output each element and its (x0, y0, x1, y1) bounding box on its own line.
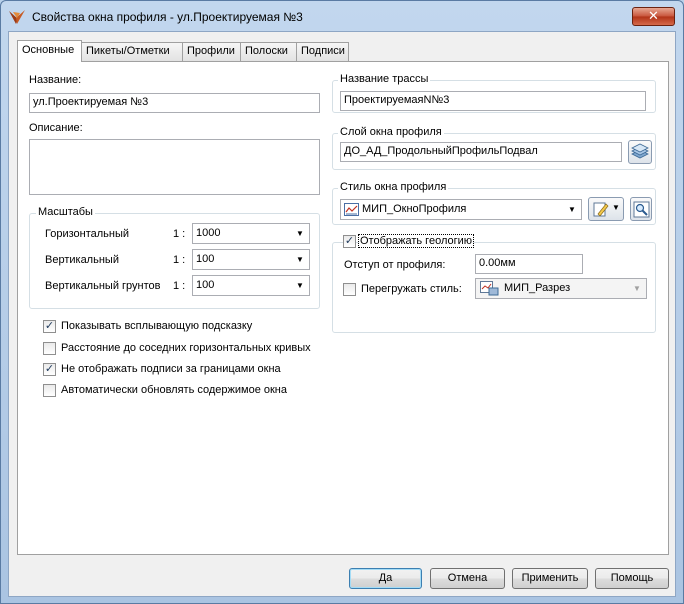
show-tooltip-checkbox[interactable]: ✓ (43, 320, 56, 333)
dropdown-arrow-icon: ▼ (633, 284, 641, 293)
edit-style-button[interactable]: ▼ (588, 197, 624, 221)
scale-horizontal-value: 1000 (196, 227, 221, 239)
section-style-icon (480, 281, 499, 296)
scale-vertical-prefix: 1 : (173, 254, 186, 266)
app-logo-icon (9, 10, 25, 24)
tab-bands[interactable]: Полоски (240, 42, 297, 61)
scale-horizontal-select[interactable]: 1000 ▼ (192, 223, 310, 244)
override-style-checkbox[interactable] (343, 283, 356, 296)
offset-input[interactable]: 0.00мм (475, 254, 583, 274)
scale-soil-prefix: 1 : (173, 280, 186, 292)
tab-panel-general: Название: ул.Проектируемая №3 Описание: … (17, 61, 669, 555)
cancel-button[interactable]: Отмена (430, 568, 505, 589)
description-input[interactable] (29, 139, 320, 195)
style-select[interactable]: МИП_ОкноПрофиля ▼ (340, 199, 582, 220)
title-bar[interactable]: Свойства окна профиля - ул.Проектируемая… (1, 1, 683, 31)
dropdown-arrow-icon: ▼ (296, 255, 304, 264)
close-button[interactable]: ✕ (632, 7, 675, 26)
show-geology-checkbox[interactable]: ✓ (343, 235, 356, 248)
scales-group-title: Масштабы (36, 206, 95, 218)
adjacent-curves-checkbox[interactable] (43, 342, 56, 355)
tab-label: Основные (22, 44, 75, 56)
scale-soil-select[interactable]: 100 ▼ (192, 275, 310, 296)
scale-horizontal-prefix: 1 : (173, 228, 186, 240)
dropdown-arrow-icon: ▼ (568, 205, 576, 214)
checkmark-icon: ✓ (44, 320, 55, 332)
tab-label: Профили (187, 45, 235, 57)
dialog-client-area: Основные Пикеты/Отметки Профили Полоски … (8, 31, 676, 597)
dialog-window: Свойства окна профиля - ул.Проектируемая… (0, 0, 684, 604)
route-name-input[interactable]: ПроектируемаяN№3 (340, 91, 646, 111)
scale-horizontal-label: Горизонтальный (45, 228, 130, 240)
scale-vertical-label: Вертикальный (45, 254, 119, 266)
preview-style-button[interactable] (630, 197, 652, 221)
show-geology-label[interactable]: Отображать геологию (357, 234, 475, 248)
chevron-down-icon: ▼ (612, 203, 620, 212)
adjacent-curves-label[interactable]: Расстояние до соседних горизонтальных кр… (61, 342, 311, 354)
tab-stations-elevations[interactable]: Пикеты/Отметки (81, 42, 183, 61)
layer-group-title: Слой окна профиля (338, 126, 444, 138)
tab-general[interactable]: Основные (17, 40, 82, 62)
ok-button[interactable]: Да (349, 568, 422, 589)
auto-update-checkbox[interactable] (43, 384, 56, 397)
hide-outside-labels-label[interactable]: Не отображать подписи за границами окна (61, 363, 281, 375)
window-title: Свойства окна профиля - ул.Проектируемая… (32, 10, 303, 24)
apply-button[interactable]: Применить (512, 568, 588, 589)
help-button[interactable]: Помощь (595, 568, 669, 589)
checkmark-icon: ✓ (44, 363, 55, 375)
tab-label: Пикеты/Отметки (86, 45, 170, 57)
override-style-label[interactable]: Перегружать стиль: (361, 283, 462, 295)
tab-labels[interactable]: Подписи (296, 42, 349, 61)
style-group-title: Стиль окна профиля (338, 181, 449, 193)
layers-icon (631, 143, 649, 159)
hide-outside-labels-checkbox[interactable]: ✓ (43, 363, 56, 376)
auto-update-label[interactable]: Автоматически обновлять содержимое окна (61, 384, 287, 396)
route-group-title: Название трассы (338, 73, 431, 85)
magnifier-icon (633, 201, 650, 218)
tab-label: Подписи (301, 45, 345, 57)
tab-label: Полоски (245, 45, 288, 57)
show-tooltip-label[interactable]: Показывать всплывающую подсказку (61, 320, 252, 332)
dropdown-arrow-icon: ▼ (296, 281, 304, 290)
scale-vertical-select[interactable]: 100 ▼ (192, 249, 310, 270)
override-style-select[interactable]: МИП_Разрез ▼ (475, 278, 647, 299)
edit-style-icon (593, 202, 609, 217)
description-label: Описание: (29, 122, 83, 134)
layer-select-button[interactable] (628, 140, 652, 164)
scale-soil-value: 100 (196, 279, 215, 291)
style-value: МИП_ОкноПрофиля (362, 203, 467, 215)
checkmark-icon: ✓ (344, 235, 355, 247)
name-label: Название: (29, 74, 82, 86)
dropdown-arrow-icon: ▼ (296, 229, 304, 238)
tab-profiles[interactable]: Профили (182, 42, 241, 61)
scale-soil-label: Вертикальный грунтов (45, 280, 161, 292)
override-style-value: МИП_Разрез (504, 282, 571, 294)
layer-input[interactable]: ДО_АД_ПродольныйПрофильПодвал (340, 142, 622, 162)
scale-vertical-value: 100 (196, 253, 215, 265)
offset-label: Отступ от профиля: (344, 259, 446, 271)
name-input[interactable]: ул.Проектируемая №3 (29, 93, 320, 113)
close-icon: ✕ (648, 8, 659, 23)
profile-style-icon (344, 203, 359, 216)
